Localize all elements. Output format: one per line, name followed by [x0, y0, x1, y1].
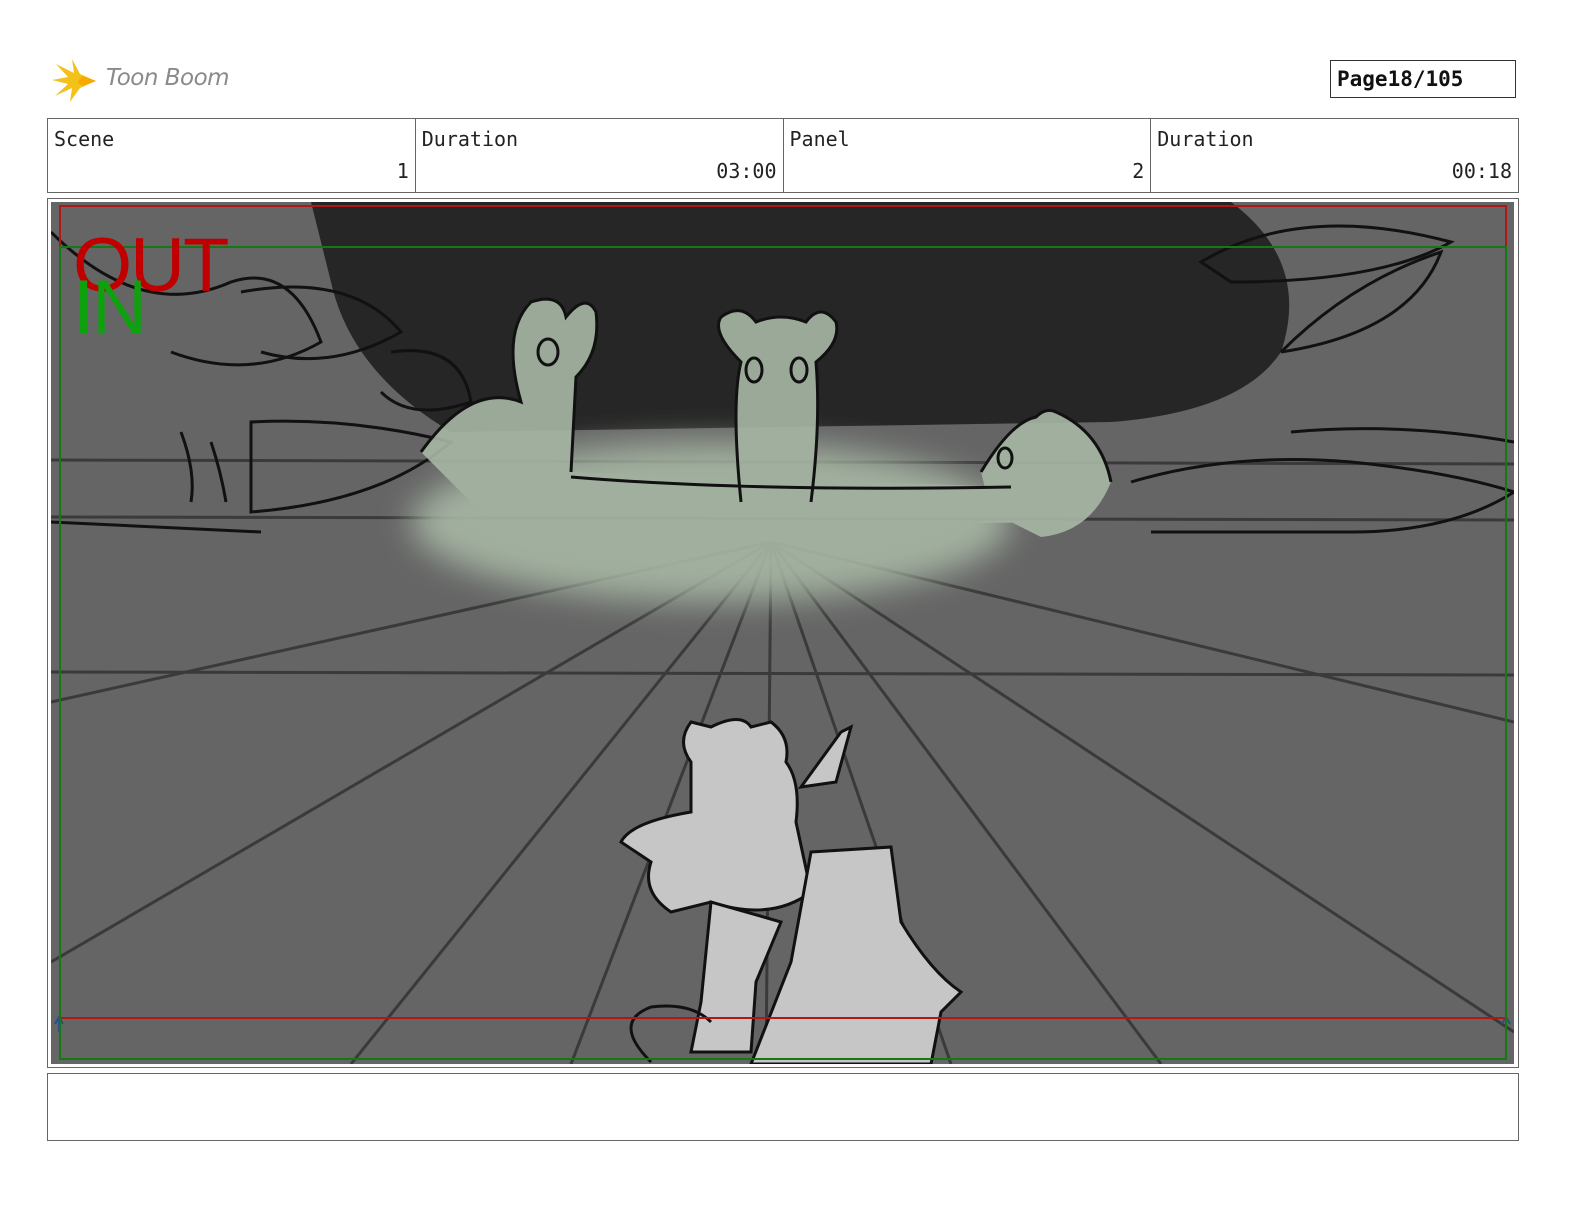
- page-number: 18/105: [1387, 67, 1464, 91]
- burst-icon: [52, 59, 96, 102]
- scene-duration-value: 03:00: [716, 159, 777, 183]
- scene-duration-cell: Duration 03:00: [416, 119, 784, 192]
- scene-info-table: Scene 1 Duration 03:00 Panel 2 Duration …: [47, 118, 1519, 193]
- scene-duration-label: Duration: [421, 127, 519, 151]
- panel-duration-cell: Duration 00:18: [1151, 119, 1518, 192]
- scene-value: 1: [396, 159, 409, 183]
- panel-duration-label: Duration: [1157, 127, 1254, 151]
- panel-value: 2: [1132, 159, 1145, 183]
- panel-notes-box[interactable]: [47, 1073, 1519, 1141]
- page-indicator: Page 18/105: [1330, 60, 1516, 98]
- toon-boom-logo: Toon Boom: [50, 56, 250, 106]
- page-label: Page: [1337, 67, 1388, 91]
- storyboard-panel-image: OUT IN: [51, 202, 1514, 1064]
- panel-duration-value: 00:18: [1451, 159, 1512, 183]
- scene-cell: Scene 1: [48, 119, 416, 192]
- in-label: IN: [73, 265, 147, 350]
- camera-frame-in: [59, 246, 1507, 1060]
- panel-label: Panel: [789, 127, 850, 151]
- panel-cell: Panel 2: [784, 119, 1152, 192]
- logo-text: Toon Boom: [106, 65, 230, 91]
- scene-label: Scene: [54, 127, 115, 151]
